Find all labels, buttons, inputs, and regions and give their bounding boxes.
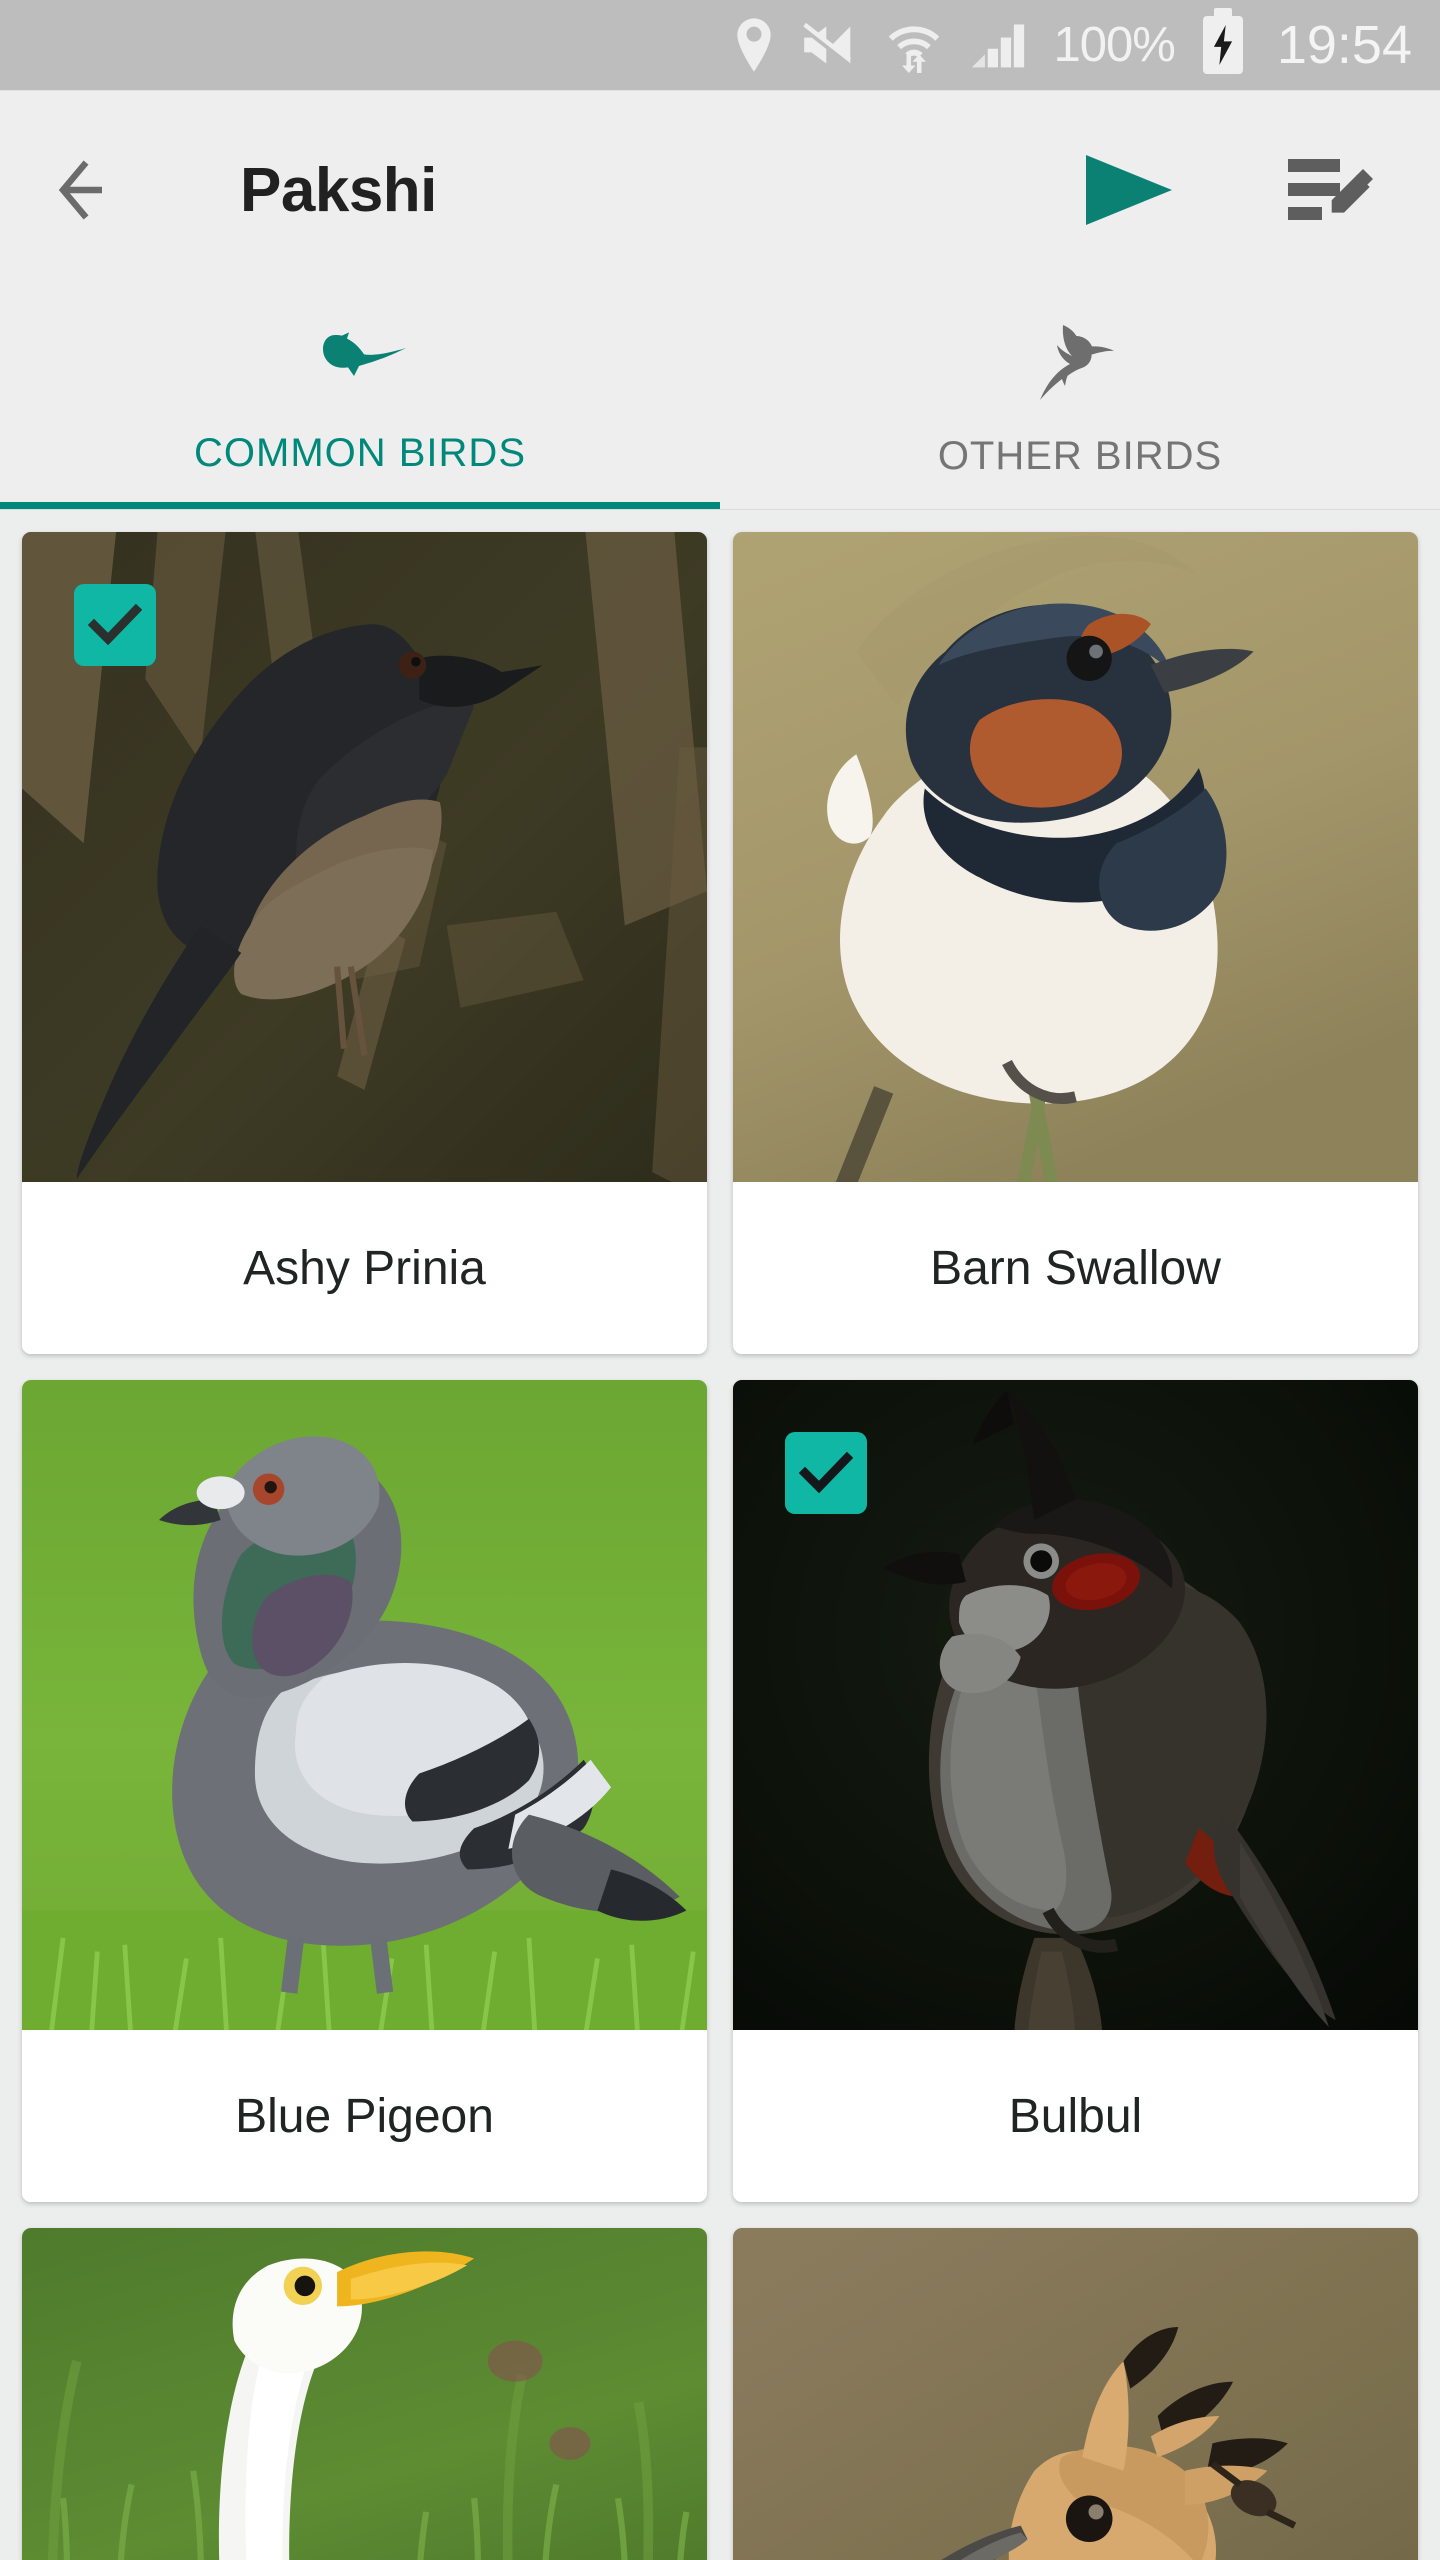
tab-active-indicator: [0, 502, 720, 509]
tab-other-birds[interactable]: OTHER BIRDS: [720, 290, 1440, 509]
bird-card-barn-swallow[interactable]: Barn Swallow: [733, 532, 1418, 1354]
barn-swallow-photo: [733, 532, 1418, 1182]
bird-name-label: Barn Swallow: [733, 1182, 1418, 1354]
bird-card-hoopoe[interactable]: [733, 2228, 1418, 2560]
back-arrow-icon[interactable]: [58, 154, 130, 226]
tab-bar: COMMON BIRDS OTHER BIRDS: [0, 290, 1440, 510]
cattle-egret-photo: [22, 2228, 707, 2560]
page-title: Pakshi: [240, 155, 437, 225]
volume-mute-icon: [801, 21, 858, 69]
battery-charging-icon: [1202, 8, 1243, 74]
perched-bird-icon: [310, 324, 410, 405]
status-bar: 100% 19:54: [0, 0, 1440, 90]
signal-bars-icon: [970, 20, 1026, 70]
bird-name-label: Bulbul: [733, 2030, 1418, 2202]
hummingbird-icon: [1030, 321, 1130, 408]
tab-common-birds[interactable]: COMMON BIRDS: [0, 290, 720, 509]
tab-label-common-birds: COMMON BIRDS: [194, 430, 526, 475]
tab-label-other-birds: OTHER BIRDS: [937, 433, 1223, 478]
bird-name-label: Blue Pigeon: [22, 2030, 707, 2202]
wifi-data-icon: [886, 17, 942, 73]
battery-percent-label: 100%: [1053, 18, 1176, 72]
hoopoe-photo: [733, 2228, 1418, 2560]
bird-checkbox-bulbul[interactable]: [785, 1432, 867, 1514]
bird-checkbox-ashy-prinia[interactable]: [74, 584, 156, 666]
bird-grid: Ashy Prinia Barn Swallow Blue Pigeon Bul…: [0, 510, 1440, 2560]
send-icon[interactable]: [1082, 151, 1176, 229]
bird-card-ashy-prinia[interactable]: Ashy Prinia: [22, 532, 707, 1354]
app-bar-actions: [1082, 151, 1382, 229]
bird-card-bulbul[interactable]: Bulbul: [733, 1380, 1418, 2202]
app-bar: Pakshi: [0, 90, 1440, 290]
bird-card-blue-pigeon[interactable]: Blue Pigeon: [22, 1380, 707, 2202]
location-pin-icon: [734, 18, 774, 72]
bird-name-label: Ashy Prinia: [22, 1182, 707, 1354]
edit-list-icon[interactable]: [1286, 151, 1382, 229]
clock-label: 19:54: [1276, 15, 1412, 75]
bird-card-cattle-egret[interactable]: [22, 2228, 707, 2560]
blue-pigeon-photo: [22, 1380, 707, 2030]
